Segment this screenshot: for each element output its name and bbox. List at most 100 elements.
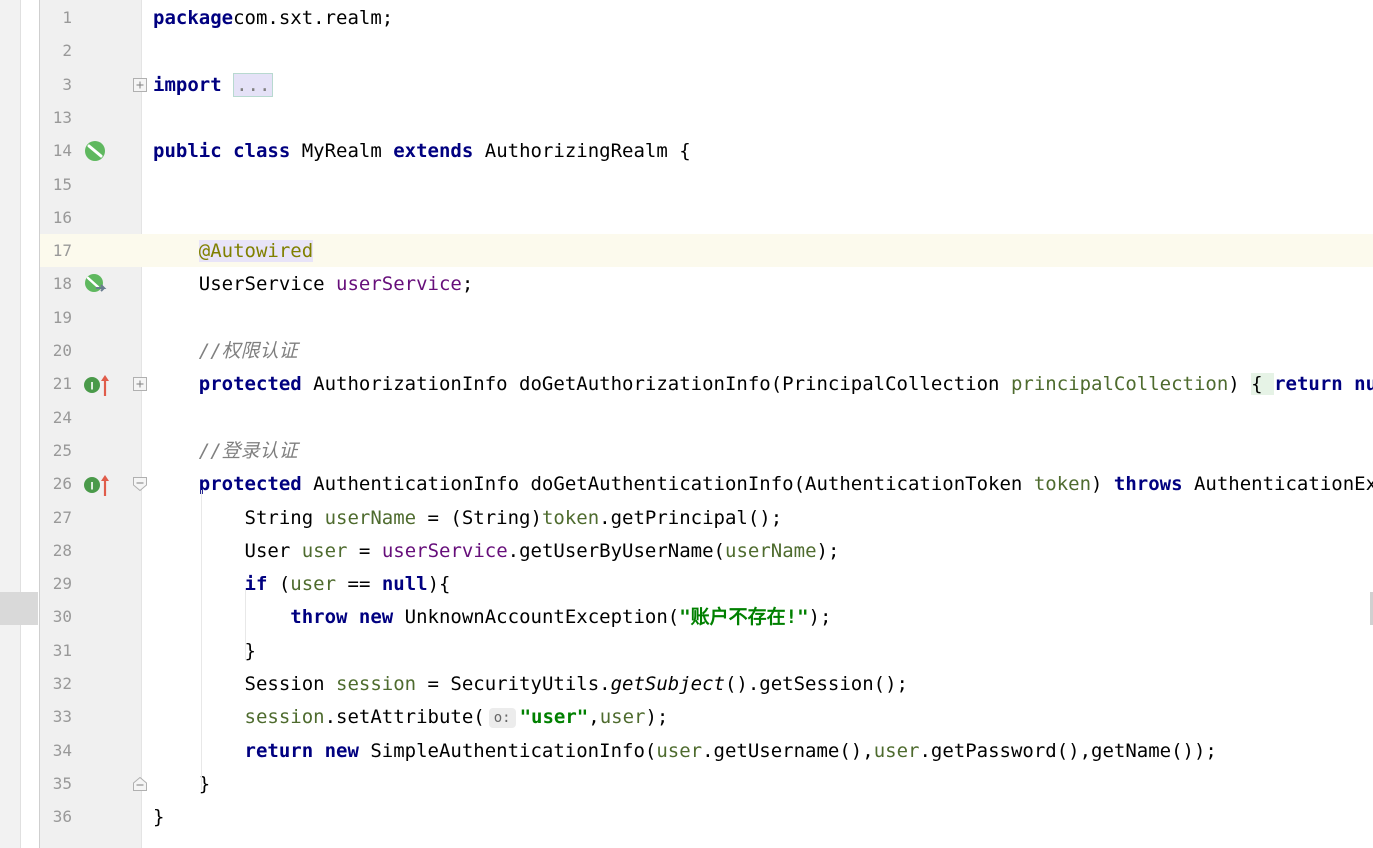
parameter-hint: o:: [488, 708, 516, 729]
line-number: 35: [52, 773, 72, 793]
code-line[interactable]: 21 I protected AuthorizationInfo doGetAut…: [40, 367, 1373, 402]
autowired-navigate-icon[interactable]: [83, 272, 109, 302]
code-token: userName: [725, 539, 817, 562]
implements-override-icon[interactable]: I: [83, 372, 111, 402]
code-line[interactable]: 14 public class MyRealm extends Authorizi…: [40, 134, 1373, 168]
code-token: session: [336, 673, 417, 695]
code-token: );: [816, 539, 840, 562]
code-editor[interactable]: 1 packagecom.sxt.realm; 2 3 import ... 13 14 pu…: [39, 0, 1373, 848]
code-token: session: [244, 706, 325, 729]
code-line[interactable]: 25 //登录认证: [40, 433, 1373, 467]
fold-minus-icon[interactable]: [133, 476, 147, 492]
code-line[interactable]: 31 }: [40, 633, 1373, 667]
code-text[interactable]: packagecom.sxt.realm;: [153, 6, 393, 30]
code-token: {: [1251, 373, 1275, 396]
code-token: throws: [1113, 473, 1183, 496]
line-number: 29: [52, 574, 72, 594]
code-token: MyRealm: [290, 140, 394, 163]
code-text[interactable]: protected AuthorizationInfo doGetAuthori…: [153, 372, 1373, 396]
folded-imports[interactable]: ...: [233, 72, 274, 97]
code-token: public class: [153, 140, 291, 163]
code-line[interactable]: 34 return new SimpleAuthenticationInfo(u…: [40, 733, 1373, 767]
line-number: 3: [62, 74, 72, 94]
indent-guide: [245, 590, 246, 660]
code-token: null: [381, 573, 428, 596]
code-token: protected: [198, 473, 302, 496]
code-token: .getPassword(),getName());: [919, 739, 1217, 762]
line-number: 31: [52, 640, 72, 660]
code-text[interactable]: User user = userService.getUserByUserNam…: [153, 539, 840, 563]
code-line[interactable]: 28 User user = userService.getUserByUser…: [40, 533, 1373, 567]
code-line[interactable]: 27 String userName = (String)token.getPr…: [40, 500, 1373, 534]
code-token: String: [153, 506, 325, 529]
line-number: 30: [52, 607, 72, 627]
code-text[interactable]: UserService userService;: [153, 272, 474, 296]
code-text[interactable]: session.setAttribute(o: "user",user);: [153, 705, 668, 729]
line-number: 32: [52, 674, 72, 693]
code-line[interactable]: 30 throw new UnknownAccountException("账户…: [40, 600, 1373, 634]
code-token: User: [153, 539, 302, 562]
fold-end-icon[interactable]: [133, 776, 147, 791]
implements-override-icon[interactable]: I: [83, 472, 111, 502]
code-line[interactable]: 20 //权限认证: [40, 334, 1373, 367]
code-text[interactable]: //权限认证: [153, 339, 298, 363]
code-line[interactable]: 29 if (user == null){: [40, 567, 1373, 601]
line-number: 20: [52, 341, 72, 360]
code-line[interactable]: 35 }: [40, 766, 1373, 800]
code-line[interactable]: 17 @Autowired: [40, 234, 1373, 268]
line-number: 13: [52, 107, 72, 127]
code-line[interactable]: 3 import ...: [40, 67, 1373, 101]
code-text[interactable]: @Autowired: [153, 239, 314, 263]
code-text[interactable]: Session session = SecurityUtils.getSubje…: [153, 672, 909, 696]
code-text[interactable]: return new SimpleAuthenticationInfo(user…: [153, 739, 1217, 763]
code-line[interactable]: 2: [40, 34, 1373, 68]
code-token: getSubject: [610, 673, 725, 695]
line-number: 14: [52, 141, 72, 161]
code-line[interactable]: 32 Session session = SecurityUtils.getSu…: [40, 667, 1373, 700]
code-token: }: [153, 806, 165, 829]
code-line[interactable]: 13: [40, 100, 1373, 134]
code-text[interactable]: public class MyRealm extends Authorizing…: [153, 139, 691, 163]
code-token: ): [1228, 373, 1252, 396]
code-token: package: [153, 7, 234, 29]
code-line[interactable]: 19: [40, 300, 1373, 334]
code-token: AuthenticationExcep: [1193, 473, 1373, 496]
code-token: UserService: [153, 273, 337, 296]
code-text[interactable]: protected AuthenticationInfo doGetAuthen…: [153, 472, 1373, 496]
fold-plus-icon[interactable]: [133, 77, 147, 92]
code-line[interactable]: 16: [40, 200, 1373, 234]
code-token: "账户不存在!": [679, 606, 809, 629]
code-text[interactable]: if (user == null){: [153, 572, 451, 596]
code-text[interactable]: throw new UnknownAccountException("账户不存在…: [153, 605, 831, 629]
code-token: Session: [153, 673, 337, 695]
code-line[interactable]: 26 I protected AuthenticationInfo doGetAu…: [40, 467, 1373, 502]
code-text[interactable]: }: [153, 805, 164, 829]
code-token: .getUsername(),: [702, 739, 874, 762]
code-token: );: [808, 606, 832, 629]
line-number: 15: [52, 174, 72, 194]
code-line[interactable]: 15: [40, 167, 1373, 201]
code-token: SimpleAuthenticationInfo(: [358, 739, 657, 762]
code-token: userName: [324, 506, 417, 529]
code-text[interactable]: //登录认证: [153, 439, 298, 463]
code-line[interactable]: 24: [40, 400, 1373, 434]
code-line[interactable]: 33 session.setAttribute(o: "user",user);: [40, 700, 1373, 734]
code-line[interactable]: 36}: [40, 800, 1373, 834]
code-token: return null: [1274, 373, 1373, 396]
code-token: token: [1033, 473, 1092, 496]
line-number: 18: [52, 274, 72, 294]
bean-icon[interactable]: [83, 139, 107, 167]
code-line[interactable]: 1 packagecom.sxt.realm;: [40, 1, 1373, 34]
code-text[interactable]: String userName = (String)token.getPrinc…: [153, 506, 783, 530]
code-text[interactable]: }: [153, 639, 256, 663]
line-number: 1: [62, 8, 72, 27]
fold-plus-icon[interactable]: [133, 376, 147, 392]
code-text[interactable]: import ...: [153, 72, 274, 97]
code-line[interactable]: 18 UserService userService;: [40, 267, 1373, 302]
code-token: token: [541, 506, 600, 529]
